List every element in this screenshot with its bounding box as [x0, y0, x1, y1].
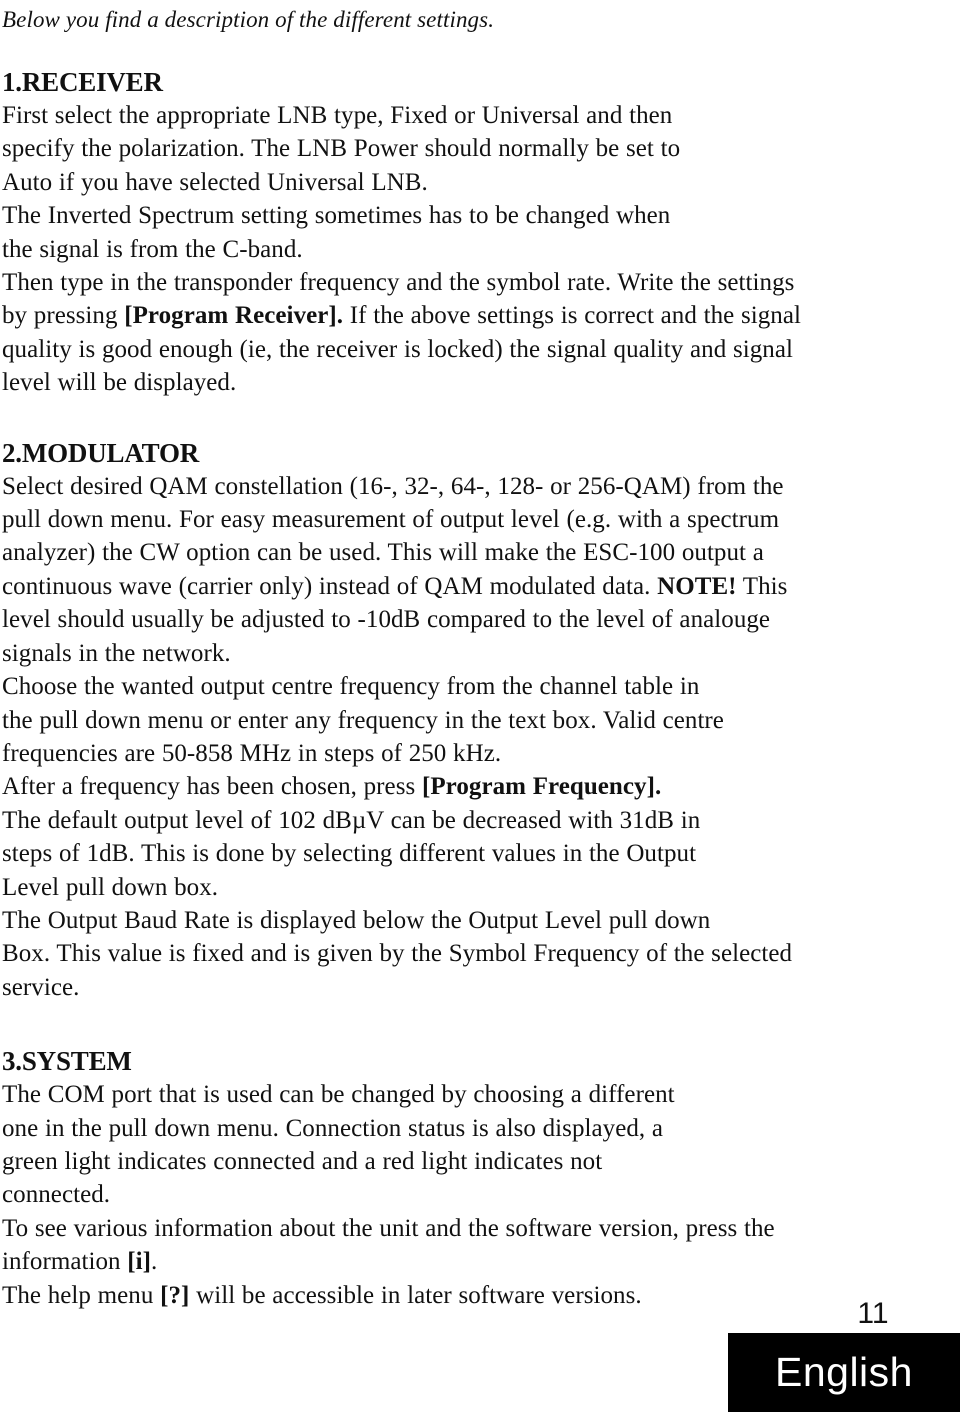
paragraph-line: Level pull down box. — [2, 873, 219, 901]
paragraph-line: service. — [2, 973, 80, 1001]
paragraph-text: The help menu — [2, 1281, 161, 1309]
emphasis-program-frequency: [Program Frequency]. — [421, 773, 662, 801]
paragraph: First select the appropriate LNB type, F… — [2, 99, 812, 199]
paragraph-text: . — [151, 1248, 158, 1276]
section-modulator: 2.MODULATOR Select desired QAM constella… — [2, 436, 812, 1005]
paragraph-text: will be accessible in later software ver… — [189, 1281, 642, 1309]
paragraph-line: specify the polarization. The LNB Power … — [2, 135, 681, 163]
paragraph: Select desired QAM constellation (16-, 3… — [2, 470, 812, 670]
paragraph: After a frequency has been chosen, press… — [2, 770, 812, 803]
paragraph-line: green light indicates connected and a re… — [2, 1147, 603, 1175]
paragraph-line: First select the appropriate LNB type, F… — [2, 102, 673, 129]
emphasis-help-key: [?] — [160, 1281, 190, 1309]
section-heading-modulator: 2.MODULATOR — [2, 437, 200, 468]
paragraph: The COM port that is used can be changed… — [2, 1078, 812, 1212]
paragraph: The Inverted Spectrum setting sometimes … — [2, 199, 812, 266]
paragraph-line: The Inverted Spectrum setting sometimes … — [2, 202, 671, 230]
paragraph-line: the signal is from the C-band. — [2, 235, 303, 263]
paragraph-line: The default output level of 102 dBµV can… — [2, 806, 701, 834]
section-receiver: 1.RECEIVER First select the appropriate … — [2, 65, 812, 400]
document-body-column: Below you find a description of the diff… — [2, 0, 812, 1312]
section-heading-system: 3.SYSTEM — [2, 1046, 132, 1077]
paragraph-line: frequencies are 50-858 MHz in steps of 2… — [2, 739, 502, 767]
paragraph-line: The Output Baud Rate is displayed below … — [2, 906, 711, 934]
intro-line: Below you find a description of the diff… — [2, 7, 495, 32]
paragraph: The default output level of 102 dBµV can… — [2, 804, 812, 904]
paragraph-text: After a frequency has been chosen, press — [2, 773, 422, 801]
emphasis-information-key: [i] — [127, 1248, 152, 1276]
paragraph-line: connected. — [2, 1181, 111, 1209]
paragraph-line: Choose the wanted output centre frequenc… — [2, 673, 700, 701]
page-number: 11 — [857, 1297, 889, 1330]
paragraph-line: the pull down menu or enter any frequenc… — [2, 706, 724, 734]
paragraph-line: one in the pull down menu. Connection st… — [2, 1114, 664, 1142]
paragraph-line: steps of 1dB. This is done by selecting … — [2, 840, 697, 868]
document-page: Below you find a description of the diff… — [0, 0, 960, 1412]
section-heading-receiver: 1.RECEIVER — [2, 67, 163, 97]
section-system: 3.SYSTEM The COM port that is used can b… — [2, 1044, 812, 1312]
paragraph-line: Box. This value is fixed and is given by… — [2, 940, 793, 968]
paragraph: To see various information about the uni… — [2, 1212, 812, 1279]
emphasis-program-receiver: [Program Receiver]. — [124, 302, 344, 330]
language-tab: English — [728, 1333, 960, 1412]
paragraph-text: To see various information about the uni… — [2, 1214, 775, 1276]
emphasis-note: NOTE! — [657, 572, 737, 600]
paragraph: The help menu [?] will be accessible in … — [2, 1279, 812, 1312]
paragraph: Then type in the transponder frequency a… — [2, 266, 812, 400]
paragraph-line: The COM port that is used can be changed… — [2, 1081, 675, 1109]
paragraph: The Output Baud Rate is displayed below … — [2, 904, 812, 1004]
paragraph: Choose the wanted output centre frequenc… — [2, 670, 812, 770]
paragraph-line: Auto if you have selected Universal LNB. — [2, 168, 428, 196]
